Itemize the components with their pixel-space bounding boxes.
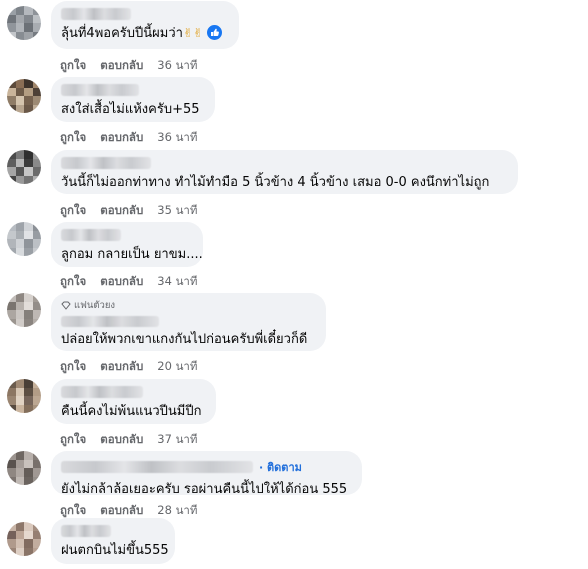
follow-link[interactable]: · ติดตาม (259, 458, 302, 476)
comment-text: ยังไม่กล้าล้อเยอะครับ รอผ่านคืนนี้ไปให้ไ… (61, 482, 348, 497)
commenter-name[interactable] (61, 386, 143, 398)
commenter-name[interactable] (61, 316, 159, 327)
top-fan-badge: แฟนตัวยง (61, 298, 314, 313)
commenter-name[interactable] (61, 84, 139, 96)
diamond-icon (61, 301, 71, 310)
like-action[interactable]: ถูกใจ (60, 358, 86, 376)
comment-bubble: ฝนตกบินไม่ขึ้น555 (51, 518, 175, 564)
comment-time[interactable]: 34 นาที (157, 273, 197, 291)
comment-time[interactable]: 36 นาที (157, 57, 197, 75)
comment-bubble: ลุ้นที่4พอครับปีนี้ผมว่า✌✌ (51, 1, 239, 49)
commenter-name[interactable] (61, 525, 111, 537)
comment-bubble: สงใส่เสื้อไม่แห้งครับ+55 (51, 77, 215, 122)
comment-actions: ถูกใจ ตอบกลับ 36 นาที (60, 57, 197, 75)
avatar[interactable] (7, 79, 41, 113)
like-action[interactable]: ถูกใจ (60, 57, 86, 75)
reply-action[interactable]: ตอบกลับ (100, 273, 143, 291)
avatar[interactable] (7, 522, 41, 556)
comment-actions: ถูกใจ ตอบกลับ 36 นาที (60, 129, 197, 147)
victory-hand-icon: ✌✌ (182, 26, 204, 40)
reply-action[interactable]: ตอบกลับ (100, 57, 143, 75)
like-action[interactable]: ถูกใจ (60, 431, 86, 449)
avatar[interactable] (7, 6, 41, 40)
comment-bubble: คืนนี้คงไม่พ้นแนวปีนมีปีก (51, 379, 216, 424)
top-fan-label: แฟนตัวยง (74, 300, 116, 311)
comment-time[interactable]: 20 นาที (157, 358, 197, 376)
avatar[interactable] (7, 150, 41, 184)
reply-action[interactable]: ตอบกลับ (100, 129, 143, 147)
comment-actions: ถูกใจ ตอบกลับ 34 นาที (60, 273, 197, 291)
comment-actions: ถูกใจ ตอบกลับ 37 นาที (60, 431, 197, 449)
comment-text: วันนี้ก็ไม่ออกท่าทาง ทำไม้ทำมือ 5 นิ้วข้… (61, 175, 490, 190)
comment-time[interactable]: 28 นาที (157, 502, 197, 520)
commenter-name[interactable] (61, 229, 121, 241)
commenter-name[interactable] (61, 8, 131, 20)
avatar[interactable] (7, 451, 41, 485)
like-action[interactable]: ถูกใจ (60, 129, 86, 147)
commenter-name[interactable] (61, 157, 151, 169)
like-action[interactable]: ถูกใจ (60, 273, 86, 291)
comment-bubble: ลูกอม กลายเป็น ยาขม.... (51, 222, 203, 267)
comment-text: สงใส่เสื้อไม่แห้งครับ+55 (61, 102, 200, 117)
avatar[interactable] (7, 293, 41, 327)
reply-action[interactable]: ตอบกลับ (100, 431, 143, 449)
reply-action[interactable]: ตอบกลับ (100, 202, 143, 220)
comment-bubble: แฟนตัวยง ปล่อยให้พวกเขาแกงกันไปก่อนครับพ… (51, 293, 326, 351)
comment-bubble: · ติดตาม ยังไม่กล้าล้อเยอะครับ รอผ่านคืน… (51, 451, 362, 497)
like-action[interactable]: ถูกใจ (60, 202, 86, 220)
comment-time[interactable]: 37 นาที (157, 431, 197, 449)
comment-text: ลุ้นที่4พอครับปีนี้ผมว่า (61, 26, 183, 41)
comment-actions: ถูกใจ ตอบกลับ 20 นาที (60, 358, 197, 376)
comment-actions: ถูกใจ ตอบกลับ 35 นาที (60, 202, 197, 220)
comment-text: คืนนี้คงไม่พ้นแนวปีนมีปีก (61, 404, 202, 419)
comment-time[interactable]: 35 นาที (157, 202, 197, 220)
comment-text: ลูกอม กลายเป็น ยาขม.... (61, 247, 203, 262)
comment-bubble: วันนี้ก็ไม่ออกท่าทาง ทำไม้ทำมือ 5 นิ้วข้… (51, 150, 518, 194)
commenter-name[interactable] (61, 461, 253, 473)
like-icon[interactable] (207, 25, 223, 40)
comment-text: ปล่อยให้พวกเขาแกงกันไปก่อนครับพี่เดี๋ยวก… (61, 332, 308, 347)
avatar[interactable] (7, 222, 41, 256)
avatar[interactable] (7, 379, 41, 413)
comment-text: ฝนตกบินไม่ขึ้น555 (61, 543, 169, 558)
reply-action[interactable]: ตอบกลับ (100, 358, 143, 376)
comment-time[interactable]: 36 นาที (157, 129, 197, 147)
